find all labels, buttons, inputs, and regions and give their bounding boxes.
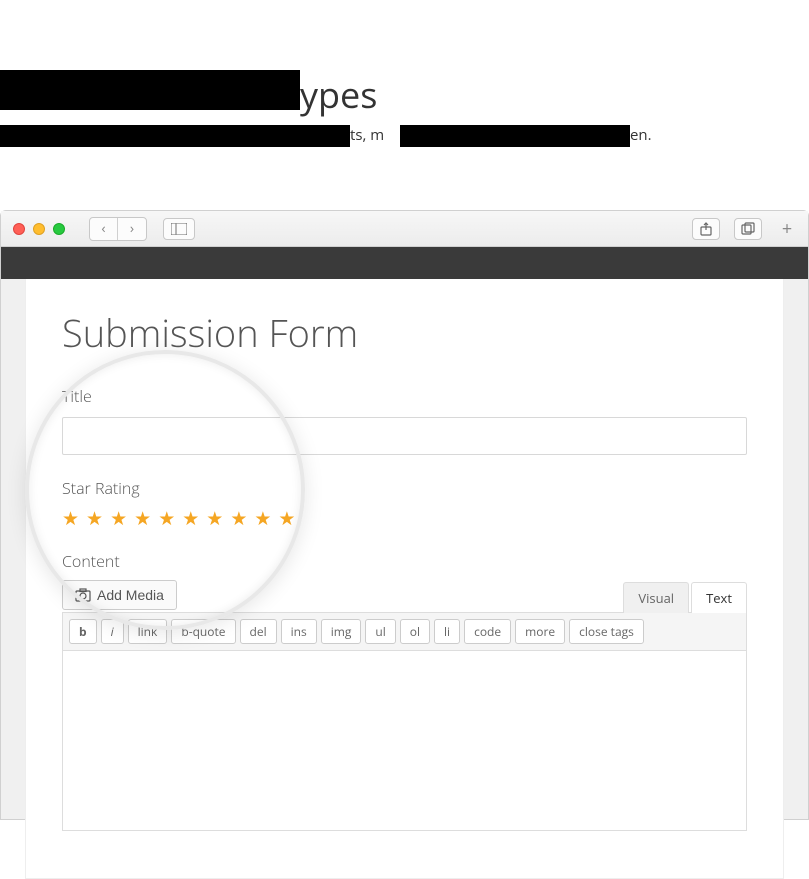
redaction-bar bbox=[400, 125, 630, 147]
qt-img[interactable]: img bbox=[321, 619, 362, 644]
maximize-window-button[interactable] bbox=[53, 223, 65, 235]
qt-italic[interactable]: i bbox=[101, 619, 124, 644]
tabs-button[interactable] bbox=[734, 218, 762, 240]
star-rating[interactable]: ★ ★ ★ ★ ★ ★ ★ ★ ★ ★ bbox=[62, 509, 747, 528]
content-label: Content bbox=[62, 550, 747, 572]
qt-link[interactable]: link bbox=[128, 619, 168, 644]
content-textarea[interactable] bbox=[62, 651, 747, 831]
qt-bold[interactable]: b bbox=[69, 619, 97, 644]
plus-icon: + bbox=[782, 217, 792, 241]
qt-close[interactable]: close tags bbox=[569, 619, 644, 644]
sidebar-icon bbox=[171, 223, 187, 235]
star-icon[interactable]: ★ bbox=[134, 509, 151, 528]
qt-bquote[interactable]: b-quote bbox=[171, 619, 235, 644]
star-icon[interactable]: ★ bbox=[158, 509, 175, 528]
visual-tab[interactable]: Visual bbox=[623, 582, 689, 613]
star-icon[interactable]: ★ bbox=[86, 509, 103, 528]
chevron-right-icon: › bbox=[130, 219, 134, 238]
browser-window: ‹ › + bbox=[0, 210, 809, 820]
chevron-left-icon: ‹ bbox=[101, 219, 105, 238]
star-icon[interactable]: ★ bbox=[206, 509, 223, 528]
qt-ul[interactable]: ul bbox=[365, 619, 395, 644]
sidebar-toggle-button[interactable] bbox=[163, 218, 195, 240]
admin-bar bbox=[1, 247, 808, 279]
tabs-icon bbox=[741, 222, 755, 236]
add-media-label: Add Media bbox=[97, 587, 164, 603]
back-button[interactable]: ‹ bbox=[90, 218, 118, 240]
qt-li[interactable]: li bbox=[434, 619, 460, 644]
forward-button[interactable]: › bbox=[118, 218, 146, 240]
star-icon[interactable]: ★ bbox=[110, 509, 127, 528]
title-input[interactable] bbox=[62, 417, 747, 455]
browser-toolbar: ‹ › + bbox=[1, 211, 808, 247]
camera-icon bbox=[75, 587, 91, 603]
nav-buttons: ‹ › bbox=[89, 217, 147, 241]
star-icon[interactable]: ★ bbox=[278, 509, 295, 528]
new-tab-button[interactable]: + bbox=[778, 218, 796, 240]
quicktags-toolbar: b i link b-quote del ins img ul ol li co… bbox=[62, 612, 747, 651]
star-icon[interactable]: ★ bbox=[254, 509, 271, 528]
star-icon[interactable]: ★ bbox=[230, 509, 247, 528]
star-rating-label: Star Rating bbox=[62, 477, 747, 499]
close-window-button[interactable] bbox=[13, 223, 25, 235]
qt-del[interactable]: del bbox=[240, 619, 277, 644]
qt-code[interactable]: code bbox=[464, 619, 511, 644]
form-heading: Submission Form bbox=[62, 307, 747, 359]
title-label: Title bbox=[62, 385, 747, 407]
qt-more[interactable]: more bbox=[515, 619, 565, 644]
redaction-bar bbox=[0, 70, 300, 110]
page-content: Submission Form Title Star Rating ★ ★ ★ … bbox=[25, 279, 784, 879]
traffic-lights bbox=[13, 223, 65, 235]
text-tab[interactable]: Text bbox=[691, 582, 747, 613]
star-icon[interactable]: ★ bbox=[182, 509, 199, 528]
star-icon[interactable]: ★ bbox=[62, 509, 79, 528]
minimize-window-button[interactable] bbox=[33, 223, 45, 235]
subtext-fragment: ts, m bbox=[350, 125, 384, 145]
redaction-bar bbox=[0, 125, 350, 147]
qt-ins[interactable]: ins bbox=[281, 619, 317, 644]
qt-ol[interactable]: ol bbox=[400, 619, 430, 644]
share-icon bbox=[699, 222, 713, 236]
add-media-button[interactable]: Add Media bbox=[62, 580, 177, 610]
subtext-fragment: en. bbox=[630, 125, 652, 145]
share-button[interactable] bbox=[692, 218, 720, 240]
heading-fragment: ypes bbox=[300, 70, 377, 119]
